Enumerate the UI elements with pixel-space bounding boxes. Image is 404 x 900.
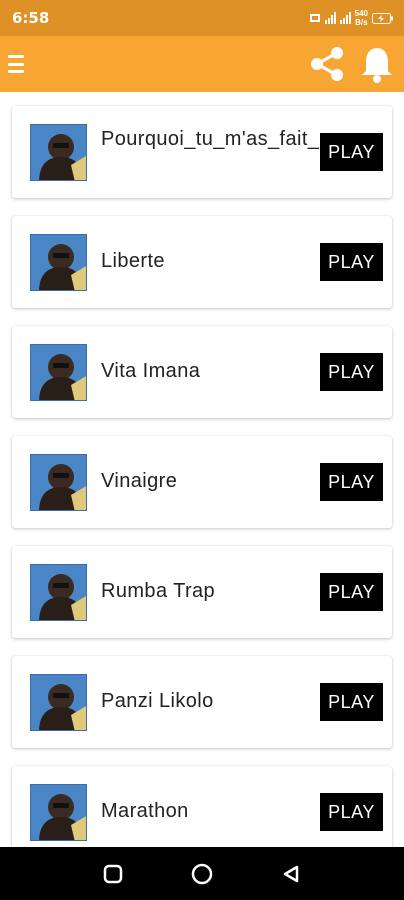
song-card[interactable]: Panzi Likolo PLAY [12,656,392,748]
share-icon[interactable] [308,45,346,83]
song-card[interactable]: Liberte PLAY [12,216,392,308]
song-card[interactable]: Marathon PLAY [12,766,392,847]
song-title: Rumba Trap [101,580,216,602]
song-card[interactable]: Vita Imana PLAY [12,326,392,418]
app-bar-actions [308,45,394,83]
play-button[interactable]: PLAY [320,353,383,391]
circle-icon[interactable] [190,862,214,886]
app-bar [0,36,404,92]
net-speed: 540 B/s [355,9,368,27]
album-art [30,674,87,731]
alarm-icon [309,14,320,22]
net-speed-unit: B/s [355,18,368,27]
status-icons: 540 B/s [309,9,394,27]
bell-icon[interactable] [360,45,394,83]
song-card[interactable]: Pourquoi_tu_m'as_fait_ PLAY [12,106,392,198]
song-card[interactable]: Rumba Trap PLAY [12,546,392,638]
song-title: Liberte [101,250,165,272]
net-speed-value: 540 [354,9,368,18]
album-art [30,454,87,511]
album-art [30,124,87,181]
play-button[interactable]: PLAY [320,463,383,501]
song-list[interactable]: Pourquoi_tu_m'as_fait_ PLAY Liberte PLAY… [0,92,404,847]
play-button[interactable]: PLAY [320,793,383,831]
song-title: Panzi Likolo [101,690,214,712]
album-art [30,234,87,291]
triangle-back-icon[interactable] [281,864,301,884]
status-time: 6:58 [12,9,50,27]
hamburger-icon[interactable] [8,54,24,74]
play-button[interactable]: PLAY [320,243,383,281]
signal-icon [324,12,336,24]
album-art [30,784,87,841]
song-title: Marathon [101,800,189,822]
song-title: Pourquoi_tu_m'as_fait_ [101,128,320,150]
battery-icon [372,12,393,24]
play-button[interactable]: PLAY [320,573,383,611]
album-art [30,564,87,621]
song-title: Vita Imana [101,360,201,382]
song-title: Vinaigre [101,470,178,492]
play-button[interactable]: PLAY [320,133,383,171]
status-bar: 6:58 540 B/s [0,0,404,36]
album-art [30,344,87,401]
song-card[interactable]: Vinaigre PLAY [12,436,392,528]
signal-icon-2 [339,12,351,24]
system-nav-bar [0,847,404,900]
square-icon[interactable] [103,864,123,884]
play-button[interactable]: PLAY [320,683,383,721]
